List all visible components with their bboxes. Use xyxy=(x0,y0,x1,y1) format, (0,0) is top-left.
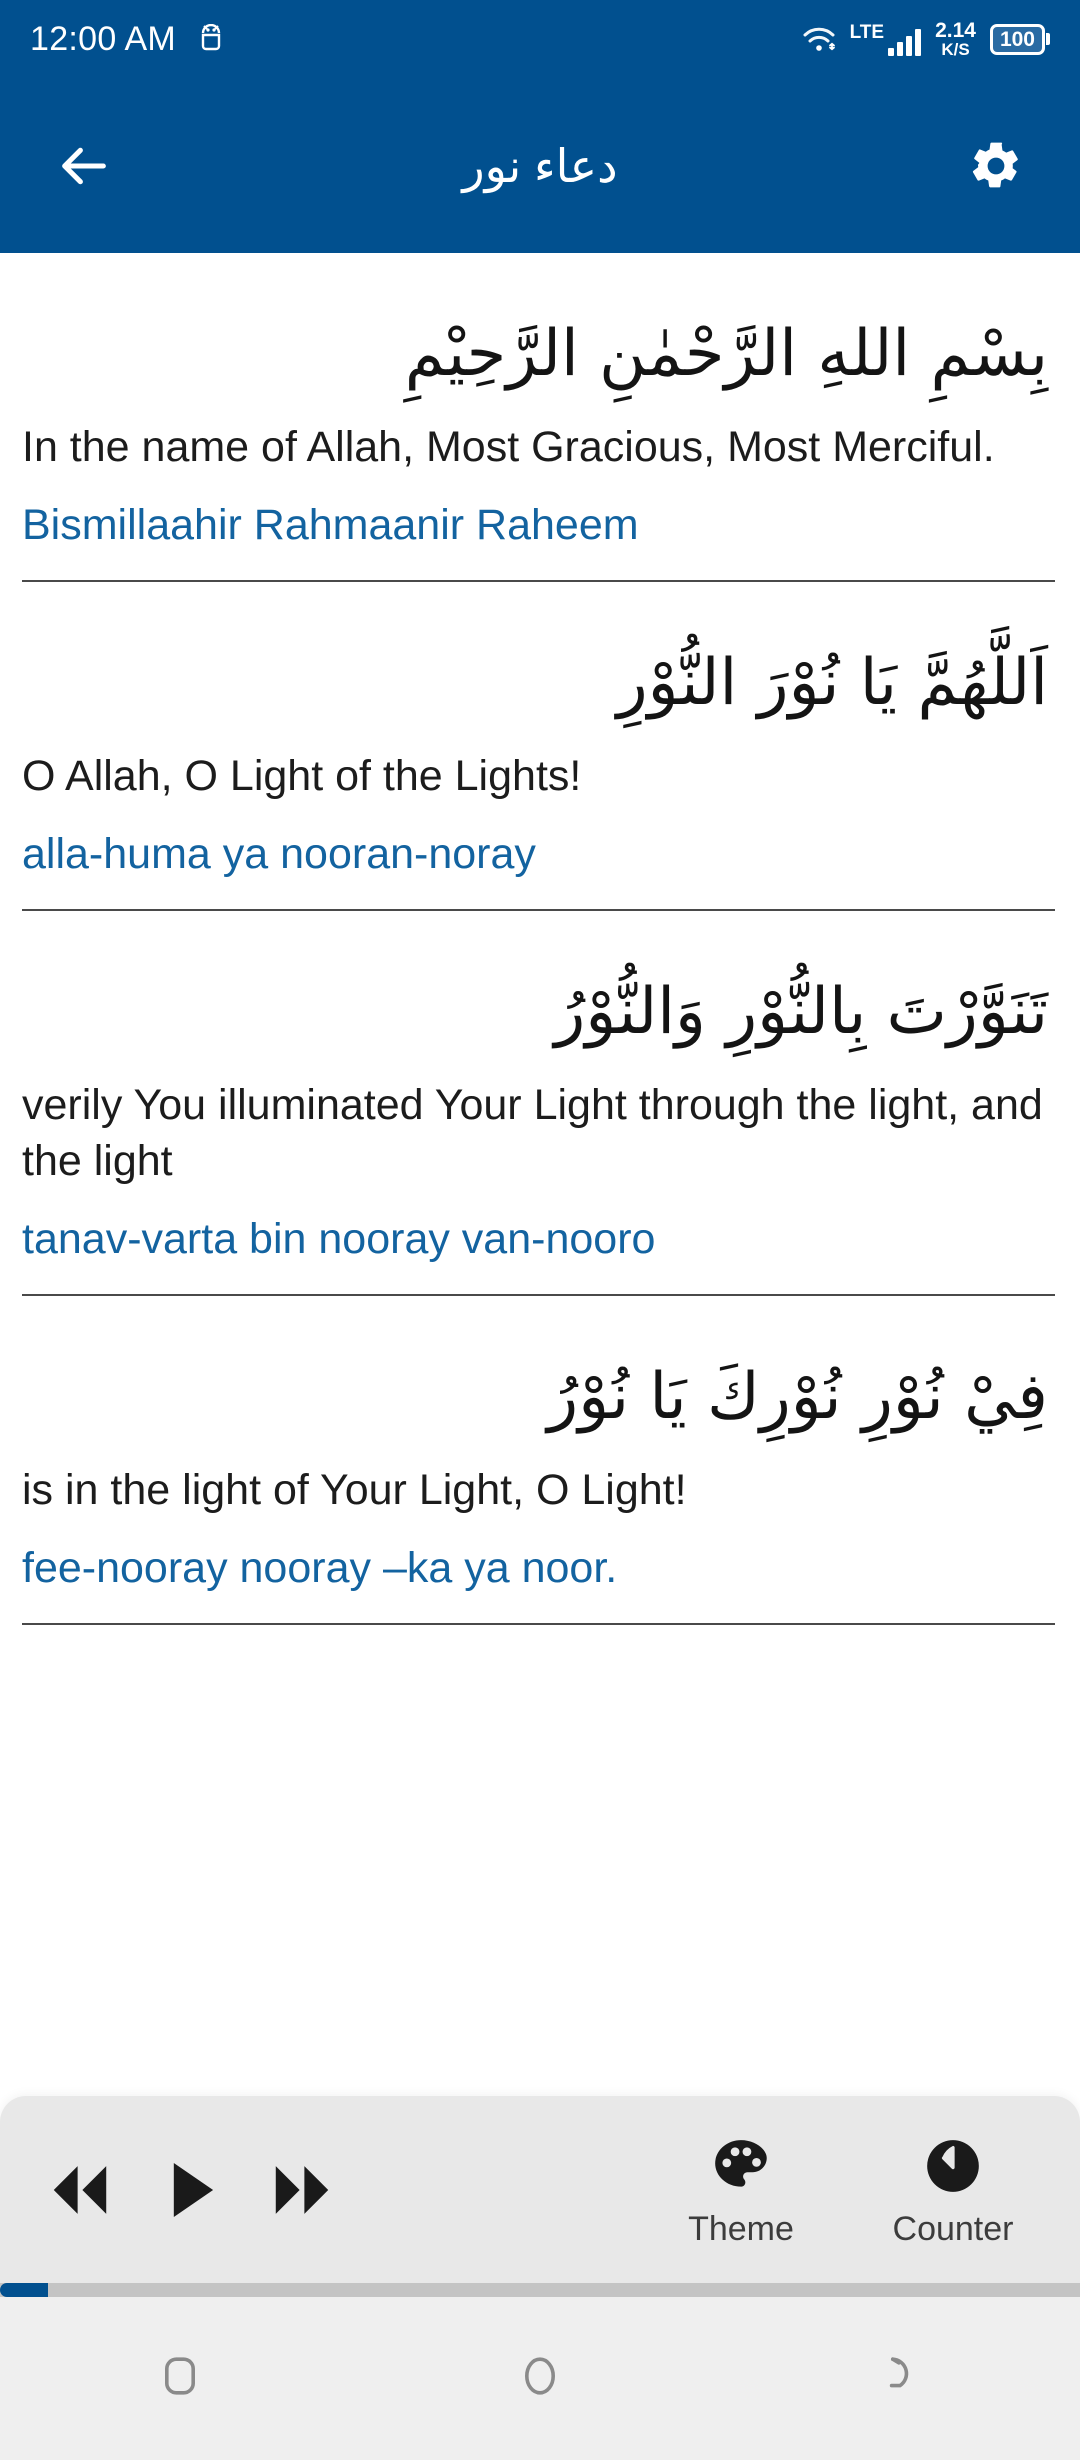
verse-divider xyxy=(22,1622,1055,1625)
counter-icon xyxy=(922,2135,984,2202)
back-arrow-nav-icon xyxy=(876,2352,924,2405)
status-time: 12:00 AM xyxy=(30,19,177,58)
verse-item: تَنَوَّرْتَ بِالنُّوْرِ وَالنُّوْرُ veri… xyxy=(0,911,1080,1296)
battery-indicator: 100 xyxy=(989,23,1050,55)
android-robot-icon xyxy=(198,23,224,54)
play-icon xyxy=(164,2158,218,2227)
theme-button[interactable]: Theme xyxy=(666,2135,816,2249)
page-title: دعاء نور xyxy=(462,139,618,192)
back-button[interactable] xyxy=(46,128,122,204)
rewind-button[interactable] xyxy=(44,2159,116,2226)
player-actions: Theme Counter xyxy=(666,2135,1028,2249)
network-type-label: LTE xyxy=(849,21,885,43)
battery-nub xyxy=(1046,33,1050,45)
home-circle-icon xyxy=(516,2352,564,2405)
settings-button[interactable] xyxy=(958,128,1034,204)
network-speed: 2.14 K/S xyxy=(935,20,976,58)
status-bar-right: LTE 2.14 K/S 100 xyxy=(802,20,1050,58)
verse-arabic: فِيْ نُوْرِ نُوْرِكَ يَا نُوْرُ xyxy=(547,1359,1048,1434)
wifi-icon xyxy=(802,24,836,54)
verse-transliteration: tanav-varta bin nooray van-nooro xyxy=(22,1214,656,1263)
home-button[interactable] xyxy=(485,2324,595,2434)
recents-square-icon xyxy=(156,2352,204,2405)
app-bar: دعاء نور xyxy=(0,78,1080,253)
rewind-icon xyxy=(44,2159,116,2226)
verse-translation: verily You illuminated Your Light throug… xyxy=(22,1081,1043,1186)
theme-label: Theme xyxy=(688,2210,794,2248)
android-nav-bar xyxy=(0,2297,1080,2460)
palette-icon xyxy=(710,2135,772,2202)
verse-item: بِسْمِ اللهِ الرَّحْمٰنِ الرَّحِيْمِ In … xyxy=(0,253,1080,582)
verse-item: اَللَّهُمَّ يَا نُوْرَ النُّوْرِ O Allah… xyxy=(0,582,1080,911)
verse-transliteration: alla-huma ya nooran-noray xyxy=(22,830,536,879)
recents-button[interactable] xyxy=(125,2324,235,2434)
status-bar: 12:00 AM LTE 2.14 K/S 100 xyxy=(0,0,1080,78)
forward-button[interactable] xyxy=(266,2159,338,2226)
transport-controls xyxy=(44,2158,338,2227)
counter-button[interactable]: Counter xyxy=(878,2135,1028,2249)
verse-arabic: تَنَوَّرْتَ بِالنُّوْرِ وَالنُّوْرُ xyxy=(554,974,1048,1049)
network-speed-value: 2.14 xyxy=(935,19,976,42)
network-speed-unit: K/S xyxy=(941,40,970,59)
audio-seek-bar[interactable] xyxy=(0,2283,1080,2297)
play-button[interactable] xyxy=(164,2158,218,2227)
verse-item: فِيْ نُوْرِ نُوْرِكَ يَا نُوْرُ is in th… xyxy=(0,1296,1080,1625)
battery-level: 100 xyxy=(989,23,1045,55)
audio-player-panel: Theme Counter xyxy=(0,2096,1080,2288)
verse-transliteration: fee-nooray nooray –ka ya noor. xyxy=(22,1543,618,1592)
verse-translation: In the name of Allah, Most Gracious, Mos… xyxy=(22,423,995,472)
verse-translation: is in the light of Your Light, O Light! xyxy=(22,1465,687,1514)
fast-forward-icon xyxy=(266,2159,338,2226)
verse-translation: O Allah, O Light of the Lights! xyxy=(22,752,582,801)
seek-progress-fill xyxy=(0,2283,48,2297)
verse-transliteration: Bismillaahir Rahmaanir Raheem xyxy=(22,501,639,550)
signal-bars xyxy=(888,28,922,56)
signal-bars-icon: LTE xyxy=(849,21,922,56)
status-bar-left: 12:00 AM xyxy=(30,20,224,59)
verse-arabic: اَللَّهُمَّ يَا نُوْرَ النُّوْرِ xyxy=(616,645,1048,720)
phone-screen: 12:00 AM LTE 2.14 K/S 100 دعاء نور بِسْم… xyxy=(0,0,1080,2460)
back-nav-button[interactable] xyxy=(845,2324,955,2434)
verse-arabic: بِسْمِ اللهِ الرَّحْمٰنِ الرَّحِيْمِ xyxy=(404,317,1048,391)
counter-label: Counter xyxy=(892,2210,1014,2248)
